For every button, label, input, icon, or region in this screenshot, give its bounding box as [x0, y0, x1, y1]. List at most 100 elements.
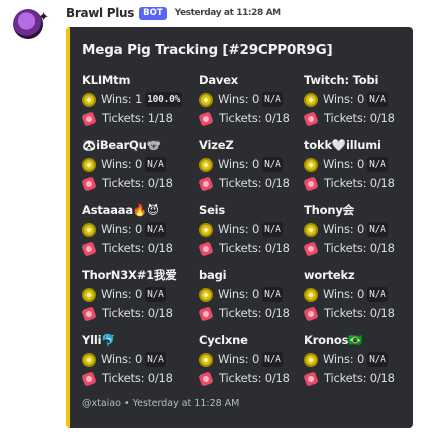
wins-percent: N/A — [367, 92, 388, 107]
wins-line: Wins: 0 N/A — [199, 90, 307, 109]
ticket-icon — [81, 175, 97, 192]
wins-line: Wins: 0 N/A — [304, 90, 412, 109]
tickets-label: Tickets: — [102, 241, 145, 255]
wins-label: Wins: — [101, 287, 132, 301]
tickets-line: Tickets: 0/18 — [198, 109, 307, 128]
player-field: wortekz Wins: 0 N/A Tickets: 0/18 — [303, 266, 412, 323]
tickets-value: 0/18 — [147, 371, 173, 385]
player-name: ThorN3X#1我爱 — [82, 268, 177, 282]
wins-percent: N/A — [262, 287, 283, 302]
tickets-line: Tickets: 0/18 — [303, 369, 412, 388]
wins-value: 0 — [251, 157, 260, 171]
ticket-icon — [198, 370, 214, 387]
coin-icon — [82, 92, 96, 107]
tickets-label: Tickets: — [219, 176, 262, 190]
coin-icon — [304, 222, 318, 237]
tickets-line: Tickets: 0/18 — [81, 304, 190, 323]
ticket-icon — [81, 240, 97, 257]
tickets-line: Tickets: 0/18 — [81, 369, 190, 388]
tickets-line: Tickets: 0/18 — [303, 239, 412, 258]
player-field: bagi Wins: 0 N/A Tickets: 0/18 — [198, 266, 307, 323]
author-name[interactable]: Brawl Plus — [66, 6, 134, 20]
wins-label: Wins: — [323, 287, 354, 301]
wins-value: 0 — [251, 92, 260, 106]
tickets-line: Tickets: 0/18 — [198, 174, 307, 193]
coin-icon — [199, 352, 213, 367]
wins-percent: N/A — [145, 287, 166, 302]
player-field: Ylli🐬 Wins: 0 N/A Tickets: 0/18 — [81, 331, 190, 388]
embed-title: Mega Pig Tracking [#29CPP0R9G] — [82, 42, 333, 58]
tickets-label: Tickets: — [102, 111, 145, 125]
message-timestamp: Yesterday at 11:28 AM — [174, 8, 281, 18]
player-name: Seis — [199, 203, 226, 217]
wins-label: Wins: — [218, 92, 249, 106]
tickets-label: Tickets: — [324, 241, 367, 255]
wins-line: Wins: 0 N/A — [82, 285, 190, 304]
coin-icon — [82, 352, 96, 367]
tickets-line: Tickets: 0/18 — [198, 239, 307, 258]
wins-value: 0 — [251, 287, 260, 301]
wins-value: 0 — [356, 287, 365, 301]
player-field: ThorN3X#1我爱 Wins: 0 N/A Tickets: 0/18 — [81, 266, 190, 323]
wins-label: Wins: — [323, 222, 354, 236]
player-name: Davex — [199, 73, 239, 87]
player-field: Astaaaa🔥😈 Wins: 0 N/A Tickets: 0/18 — [81, 201, 190, 258]
tickets-label: Tickets: — [324, 111, 367, 125]
wins-line: Wins: 0 N/A — [304, 350, 412, 369]
tickets-value: 0/18 — [147, 306, 173, 320]
player-name: wortekz — [304, 268, 355, 282]
sparkle-icon: ✦ — [38, 10, 49, 25]
tickets-label: Tickets: — [102, 306, 145, 320]
player-name: Ylli🐬 — [82, 333, 116, 347]
player-field: tokk🤍illumi Wins: 0 N/A Tickets: 0/18 — [303, 136, 412, 193]
ticket-icon — [303, 370, 319, 387]
message-header: Brawl Plus BOT Yesterday at 11:28 AM — [66, 5, 281, 21]
wins-line: Wins: 0 N/A — [304, 220, 412, 239]
wins-percent: N/A — [145, 222, 166, 237]
wins-line: Wins: 0 N/A — [199, 285, 307, 304]
player-name: tokk🤍illumi — [304, 138, 381, 152]
player-name: bagi — [199, 268, 227, 282]
wins-line: Wins: 0 N/A — [82, 350, 190, 369]
tickets-value: 0/18 — [369, 176, 395, 190]
coin-icon — [304, 352, 318, 367]
coin-icon — [199, 287, 213, 302]
player-field: KLIMtm Wins: 1 100.0% Tickets: 1/18 — [81, 71, 190, 128]
wins-percent: N/A — [145, 352, 166, 367]
wins-line: Wins: 0 N/A — [82, 220, 190, 239]
tickets-value: 0/18 — [264, 241, 290, 255]
ticket-icon — [303, 240, 319, 257]
tickets-line: Tickets: 1/18 — [81, 109, 190, 128]
player-name: VizeZ — [199, 138, 234, 152]
tickets-label: Tickets: — [324, 306, 367, 320]
ticket-icon — [303, 305, 319, 322]
wins-value: 1 — [134, 92, 143, 106]
wins-label: Wins: — [218, 287, 249, 301]
tickets-value: 0/18 — [147, 241, 173, 255]
ticket-icon — [198, 110, 214, 127]
wins-percent: 100.0% — [145, 92, 183, 107]
wins-value: 0 — [134, 287, 143, 301]
wins-percent: N/A — [367, 222, 388, 237]
embed-footer: @xtaiao • Yesterday at 11:28 AM — [82, 398, 240, 409]
bot-avatar[interactable]: ✦ — [13, 9, 49, 39]
wins-label: Wins: — [218, 157, 249, 171]
wins-line: Wins: 0 N/A — [304, 285, 412, 304]
wins-value: 0 — [356, 92, 365, 106]
tickets-value: 1/18 — [147, 111, 173, 125]
tickets-label: Tickets: — [219, 111, 262, 125]
player-field: Seis Wins: 0 N/A Tickets: 0/18 — [198, 201, 307, 258]
player-field: Thony会 Wins: 0 N/A Tickets: 0/18 — [303, 201, 412, 258]
wins-value: 0 — [356, 352, 365, 366]
coin-icon — [82, 287, 96, 302]
tickets-value: 0/18 — [369, 241, 395, 255]
tickets-line: Tickets: 0/18 — [303, 304, 412, 323]
wins-value: 0 — [134, 352, 143, 366]
coin-icon — [82, 157, 96, 172]
ticket-icon — [303, 175, 319, 192]
wins-value: 0 — [134, 157, 143, 171]
wins-percent: N/A — [262, 222, 283, 237]
tickets-label: Tickets: — [324, 176, 367, 190]
wins-value: 0 — [134, 222, 143, 236]
embed-card: Mega Pig Tracking [#29CPP0R9G] KLIMtm Wi… — [66, 27, 413, 428]
